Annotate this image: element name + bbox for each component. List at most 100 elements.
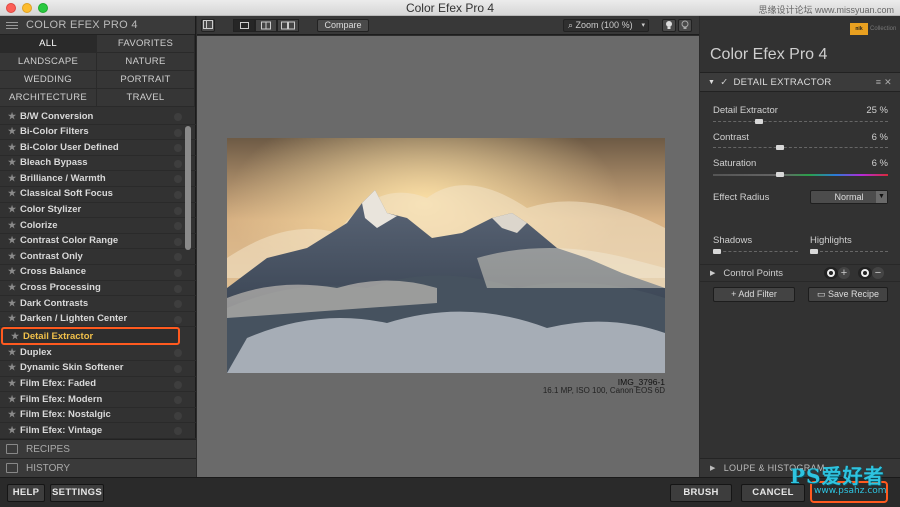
- category-landscape[interactable]: LANDSCAPE: [0, 53, 97, 71]
- filter-item[interactable]: ★ Darken / Lighten Center: [0, 312, 196, 328]
- filter-item[interactable]: ★ Brilliance / Warmth: [0, 171, 196, 187]
- favorite-star-icon[interactable]: ★: [8, 249, 20, 265]
- single-view-button[interactable]: [233, 19, 255, 32]
- filter-item[interactable]: ★ Film Efex: Nostalgic: [0, 408, 196, 424]
- filter-item[interactable]: ★ Dynamic Skin Softener: [0, 361, 196, 377]
- filter-item-label: Darken / Lighten Center: [20, 313, 128, 325]
- favorite-star-icon[interactable]: ★: [8, 233, 20, 249]
- settings-button[interactable]: SETTINGS: [50, 484, 104, 502]
- filter-item[interactable]: ★ Classical Soft Focus: [0, 187, 196, 203]
- filter-item[interactable]: ★ Film Efex: Modern: [0, 392, 196, 408]
- saturation-slider[interactable]: [713, 172, 888, 178]
- filter-indicator-icon: [174, 284, 182, 293]
- filter-item[interactable]: ★ Cross Balance: [0, 265, 196, 281]
- filter-indicator-icon: [174, 237, 182, 246]
- favorite-star-icon[interactable]: ★: [8, 202, 20, 218]
- compare-button[interactable]: Compare: [317, 19, 369, 32]
- close-window-button[interactable]: [6, 3, 16, 13]
- filter-header[interactable]: ▼ ✓ DETAIL EXTRACTOR ≡ ✕: [700, 72, 900, 92]
- filter-item[interactable]: ★ Contrast Color Range: [0, 234, 196, 250]
- filter-item[interactable]: ★ Colorize: [0, 218, 196, 234]
- favorite-star-icon[interactable]: ★: [8, 124, 20, 140]
- favorite-star-icon[interactable]: ★: [8, 296, 20, 312]
- favorite-star-icon[interactable]: ★: [8, 155, 20, 171]
- shadows-slider[interactable]: [713, 249, 798, 255]
- save-recipe-button[interactable]: ▭ Save Recipe: [808, 287, 888, 302]
- favorite-star-icon[interactable]: ★: [8, 392, 20, 408]
- filter-item[interactable]: ★ Detail Extractor: [1, 327, 180, 346]
- add-filter-button[interactable]: + Add Filter: [713, 287, 795, 302]
- category-architecture[interactable]: ARCHITECTURE: [0, 89, 97, 107]
- slider-knob[interactable]: [713, 249, 721, 254]
- detail-extractor-slider[interactable]: [713, 119, 888, 125]
- hide-browser-button[interactable]: [201, 19, 215, 32]
- category-portrait[interactable]: PORTRAIT: [97, 71, 195, 89]
- expand-triangle-icon[interactable]: ▶: [710, 269, 715, 277]
- favorite-star-icon[interactable]: ★: [8, 280, 20, 296]
- filter-indicator-icon: [174, 427, 182, 436]
- filter-indicator-icon: [174, 190, 182, 199]
- contrast-slider[interactable]: [713, 145, 888, 151]
- filter-item[interactable]: ★ Contrast Only: [0, 249, 196, 265]
- slider-knob[interactable]: [810, 249, 818, 254]
- favorite-star-icon[interactable]: ★: [8, 264, 20, 280]
- image-preview-area[interactable]: IMG_3796-1 16.1 MP, ISO 100, Canon EOS 6…: [197, 36, 699, 477]
- enable-checkbox[interactable]: ✓: [720, 77, 728, 88]
- filter-item[interactable]: ★ Bi-Color Filters: [0, 125, 196, 141]
- brush-button[interactable]: BRUSH: [670, 484, 732, 502]
- favorite-star-icon[interactable]: ★: [8, 407, 20, 423]
- recipes-section[interactable]: RECIPES: [0, 439, 196, 458]
- mountain-photo-image: [227, 138, 665, 373]
- slider-knob[interactable]: [755, 119, 763, 124]
- side-by-side-view-button[interactable]: [277, 19, 299, 32]
- split-view-button[interactable]: [255, 19, 277, 32]
- favorite-star-icon[interactable]: ★: [8, 109, 20, 124]
- contrast-value: 6 %: [871, 132, 888, 143]
- favorite-star-icon[interactable]: ★: [8, 376, 20, 392]
- filter-item[interactable]: ★ Color Stylizer: [0, 203, 196, 219]
- effect-radius-select[interactable]: Normal ▼: [810, 190, 888, 204]
- favorite-star-icon[interactable]: ★: [8, 171, 20, 187]
- favorite-star-icon[interactable]: ★: [8, 360, 20, 376]
- background-light-button[interactable]: [662, 19, 676, 32]
- favorite-star-icon[interactable]: ★: [8, 186, 20, 202]
- plus-icon[interactable]: +: [838, 267, 850, 279]
- zoom-selector[interactable]: ⌕ Zoom (100 %) ▾: [563, 19, 649, 32]
- menu-icon[interactable]: [6, 21, 18, 29]
- slider-knob[interactable]: [776, 172, 784, 177]
- favorite-star-icon[interactable]: ★: [11, 329, 23, 345]
- favorite-star-icon[interactable]: ★: [8, 140, 20, 156]
- subtract-control-point-button[interactable]: [858, 267, 872, 279]
- minimize-window-button[interactable]: [22, 3, 32, 13]
- filter-item[interactable]: ★ Cross Processing: [0, 281, 196, 297]
- filter-item[interactable]: ★ Film Efex: Vintage: [0, 423, 196, 439]
- help-button[interactable]: HELP: [7, 484, 45, 502]
- filter-item[interactable]: ★ Dark Contrasts: [0, 296, 196, 312]
- window-titlebar: Color Efex Pro 4 思缘设计论坛 www.missyuan.com: [0, 0, 900, 16]
- add-control-point-button[interactable]: [824, 267, 838, 279]
- favorite-star-icon[interactable]: ★: [8, 345, 20, 361]
- filter-item[interactable]: ★ Duplex: [0, 345, 196, 361]
- category-travel[interactable]: TRAVEL: [97, 89, 195, 107]
- filter-menu-icons[interactable]: ≡ ✕: [876, 77, 892, 88]
- history-section[interactable]: HISTORY: [0, 458, 196, 477]
- favorite-star-icon[interactable]: ★: [8, 423, 20, 439]
- favorite-star-icon[interactable]: ★: [8, 218, 20, 234]
- filter-item[interactable]: ★ Film Efex: Faded: [0, 377, 196, 393]
- category-favorites[interactable]: FAVORITES: [97, 35, 195, 53]
- filter-list-scroll-thumb[interactable]: [185, 126, 191, 250]
- highlights-slider[interactable]: [810, 249, 888, 255]
- slider-knob[interactable]: [776, 145, 784, 150]
- filter-item[interactable]: ★ Bleach Bypass: [0, 156, 196, 172]
- category-wedding[interactable]: WEDDING: [0, 71, 97, 89]
- background-dark-button[interactable]: [678, 19, 692, 32]
- category-nature[interactable]: NATURE: [97, 53, 195, 71]
- collapse-triangle-icon[interactable]: ▼: [708, 79, 715, 86]
- preview-photo[interactable]: [227, 138, 665, 373]
- category-all[interactable]: ALL: [0, 35, 97, 53]
- minus-icon[interactable]: −: [872, 267, 884, 279]
- favorite-star-icon[interactable]: ★: [8, 311, 20, 327]
- zoom-window-button[interactable]: [38, 3, 48, 13]
- filter-item[interactable]: ★ Bi-Color User Defined: [0, 140, 196, 156]
- filter-item[interactable]: ★ B/W Conversion: [0, 109, 196, 125]
